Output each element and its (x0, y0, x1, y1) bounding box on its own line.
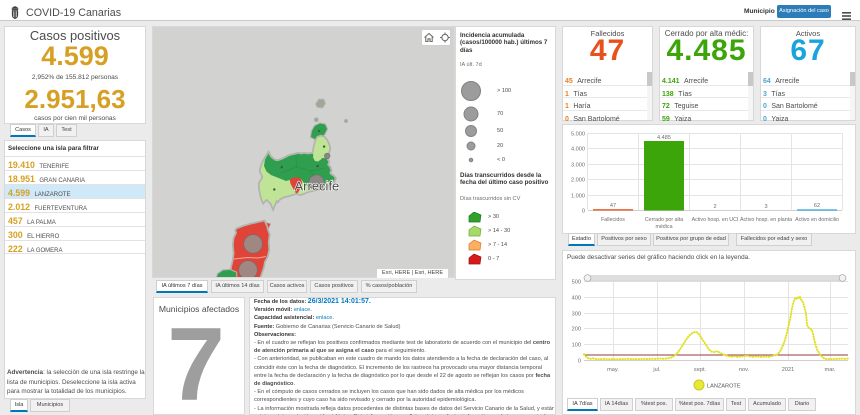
svg-text:Cerrado por alta: Cerrado por alta (645, 217, 683, 223)
svg-text:2.000: 2.000 (571, 178, 585, 184)
svg-text:3: 3 (764, 204, 767, 210)
svg-text:0: 0 (578, 359, 581, 365)
svg-text:47: 47 (610, 203, 616, 209)
svg-text:0: 0 (582, 209, 585, 215)
svg-text:200: 200 (572, 327, 581, 333)
svg-text:2021: 2021 (782, 367, 794, 373)
svg-text:LANZAROTE: LANZAROTE (707, 384, 741, 390)
svg-text:Activo en domicilio: Activo en domicilio (795, 217, 839, 223)
svg-text:4.485: 4.485 (657, 135, 671, 141)
svg-text:sept.: sept. (694, 367, 707, 373)
svg-text:400: 400 (572, 296, 581, 302)
svg-text:Activo hosp. en planta: Activo hosp. en planta (740, 217, 792, 223)
svg-text:100: 100 (572, 343, 581, 349)
svg-text:500: 500 (572, 280, 581, 286)
svg-text:1.000: 1.000 (571, 194, 585, 200)
svg-text:Activo hosp. en UCI: Activo hosp. en UCI (692, 217, 739, 223)
svg-text:4.000: 4.000 (571, 147, 585, 153)
svg-text:Arrecife: Arrecife (295, 179, 340, 194)
svg-text:Fallecidos: Fallecidos (601, 217, 625, 223)
svg-text:nov.: nov. (739, 367, 750, 373)
svg-text:jul.: jul. (652, 367, 661, 373)
svg-text:3.000: 3.000 (571, 163, 585, 169)
svg-text:2: 2 (713, 204, 716, 210)
svg-text:médica: médica (655, 224, 672, 230)
svg-text:mar.: mar. (825, 367, 836, 373)
svg-text:300: 300 (572, 312, 581, 318)
svg-text:may.: may. (607, 367, 619, 373)
svg-text:5.000: 5.000 (571, 132, 585, 138)
svg-text:62: 62 (814, 203, 820, 209)
